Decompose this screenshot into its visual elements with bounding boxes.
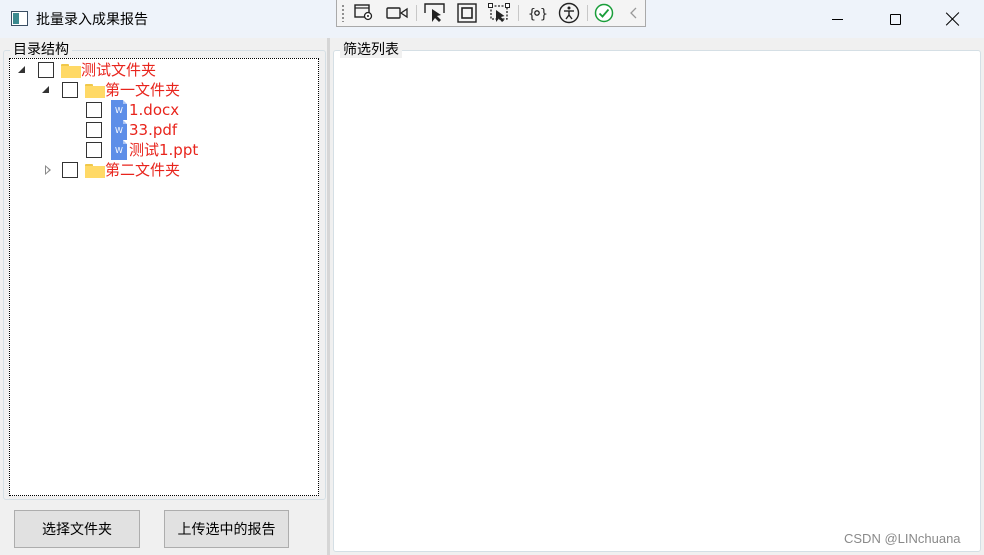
- maximize-button[interactable]: [866, 0, 924, 38]
- toolbar-grip[interactable]: [341, 4, 345, 22]
- tree-item[interactable]: W 测试1.ppt: [10, 140, 310, 160]
- tree-checkbox[interactable]: [86, 102, 102, 118]
- track-focus-icon[interactable]: [424, 3, 446, 23]
- display-layout-adorner-icon[interactable]: [456, 3, 478, 23]
- tree-item-label: 1.docx: [129, 101, 180, 119]
- file-icon: W: [111, 140, 127, 160]
- binding-failures-icon[interactable]: {}: [526, 3, 548, 23]
- upload-selected-button[interactable]: 上传选中的报告: [164, 510, 289, 548]
- video-record-icon[interactable]: [386, 3, 408, 23]
- select-folder-button[interactable]: 选择文件夹: [14, 510, 140, 548]
- watermark: CSDN @LINchuana: [844, 531, 961, 546]
- maximize-icon: [889, 13, 901, 25]
- directory-structure-label: 目录结构: [10, 42, 72, 58]
- debug-toolbar: {}: [336, 0, 646, 27]
- tree-item-label: 测试1.ppt: [129, 141, 199, 159]
- select-element-icon[interactable]: [353, 3, 375, 23]
- window-title: 批量录入成果报告: [36, 12, 148, 28]
- app-icon: [11, 11, 28, 26]
- expand-arrow-icon[interactable]: [42, 86, 52, 96]
- tree-item[interactable]: W 1.docx: [10, 100, 310, 120]
- tree-checkbox[interactable]: [62, 82, 78, 98]
- folder-icon: [85, 164, 105, 178]
- collapse-toolbar-icon[interactable]: [623, 3, 645, 23]
- file-icon: W: [111, 120, 127, 140]
- tree-item-label: 测试文件夹: [81, 61, 157, 79]
- tree-item[interactable]: 第二文件夹: [10, 160, 310, 180]
- close-button[interactable]: [924, 0, 982, 38]
- tree-checkbox[interactable]: [86, 122, 102, 138]
- minimize-icon: [831, 18, 843, 20]
- tree-checkbox[interactable]: [62, 162, 78, 178]
- accessibility-icon[interactable]: [558, 2, 580, 24]
- tree-checkbox[interactable]: [86, 142, 102, 158]
- folder-icon: [61, 64, 81, 78]
- tree-item-label: 33.pdf: [129, 121, 178, 139]
- toolbar-separator: [416, 5, 417, 21]
- folder-icon: [85, 84, 105, 98]
- directory-tree[interactable]: 测试文件夹 第一文件夹 W 1.docx W 33.pdf W 测试1.ppt …: [9, 58, 319, 496]
- toolbar-separator: [518, 5, 519, 21]
- tree-item-label: 第二文件夹: [105, 161, 181, 179]
- svg-text:}: }: [540, 7, 547, 22]
- tree-checkbox[interactable]: [38, 62, 54, 78]
- panel-splitter[interactable]: [327, 38, 330, 555]
- tree-item[interactable]: 第一文件夹: [10, 80, 310, 100]
- expand-arrow-icon[interactable]: [18, 66, 28, 76]
- tree-item[interactable]: W 33.pdf: [10, 120, 310, 140]
- minimize-button[interactable]: [808, 0, 866, 38]
- filter-list-label: 筛选列表: [340, 42, 402, 58]
- preview-selection-icon[interactable]: [488, 3, 510, 23]
- hot-reload-ok-icon[interactable]: [593, 3, 615, 23]
- collapsed-arrow-icon[interactable]: [45, 165, 55, 175]
- tree-item[interactable]: 测试文件夹: [10, 60, 310, 80]
- toolbar-separator: [587, 5, 588, 21]
- tree-item-label: 第一文件夹: [105, 81, 181, 99]
- file-icon: W: [111, 100, 127, 120]
- filter-list-group: 筛选列表: [333, 42, 981, 552]
- close-icon: [946, 12, 960, 26]
